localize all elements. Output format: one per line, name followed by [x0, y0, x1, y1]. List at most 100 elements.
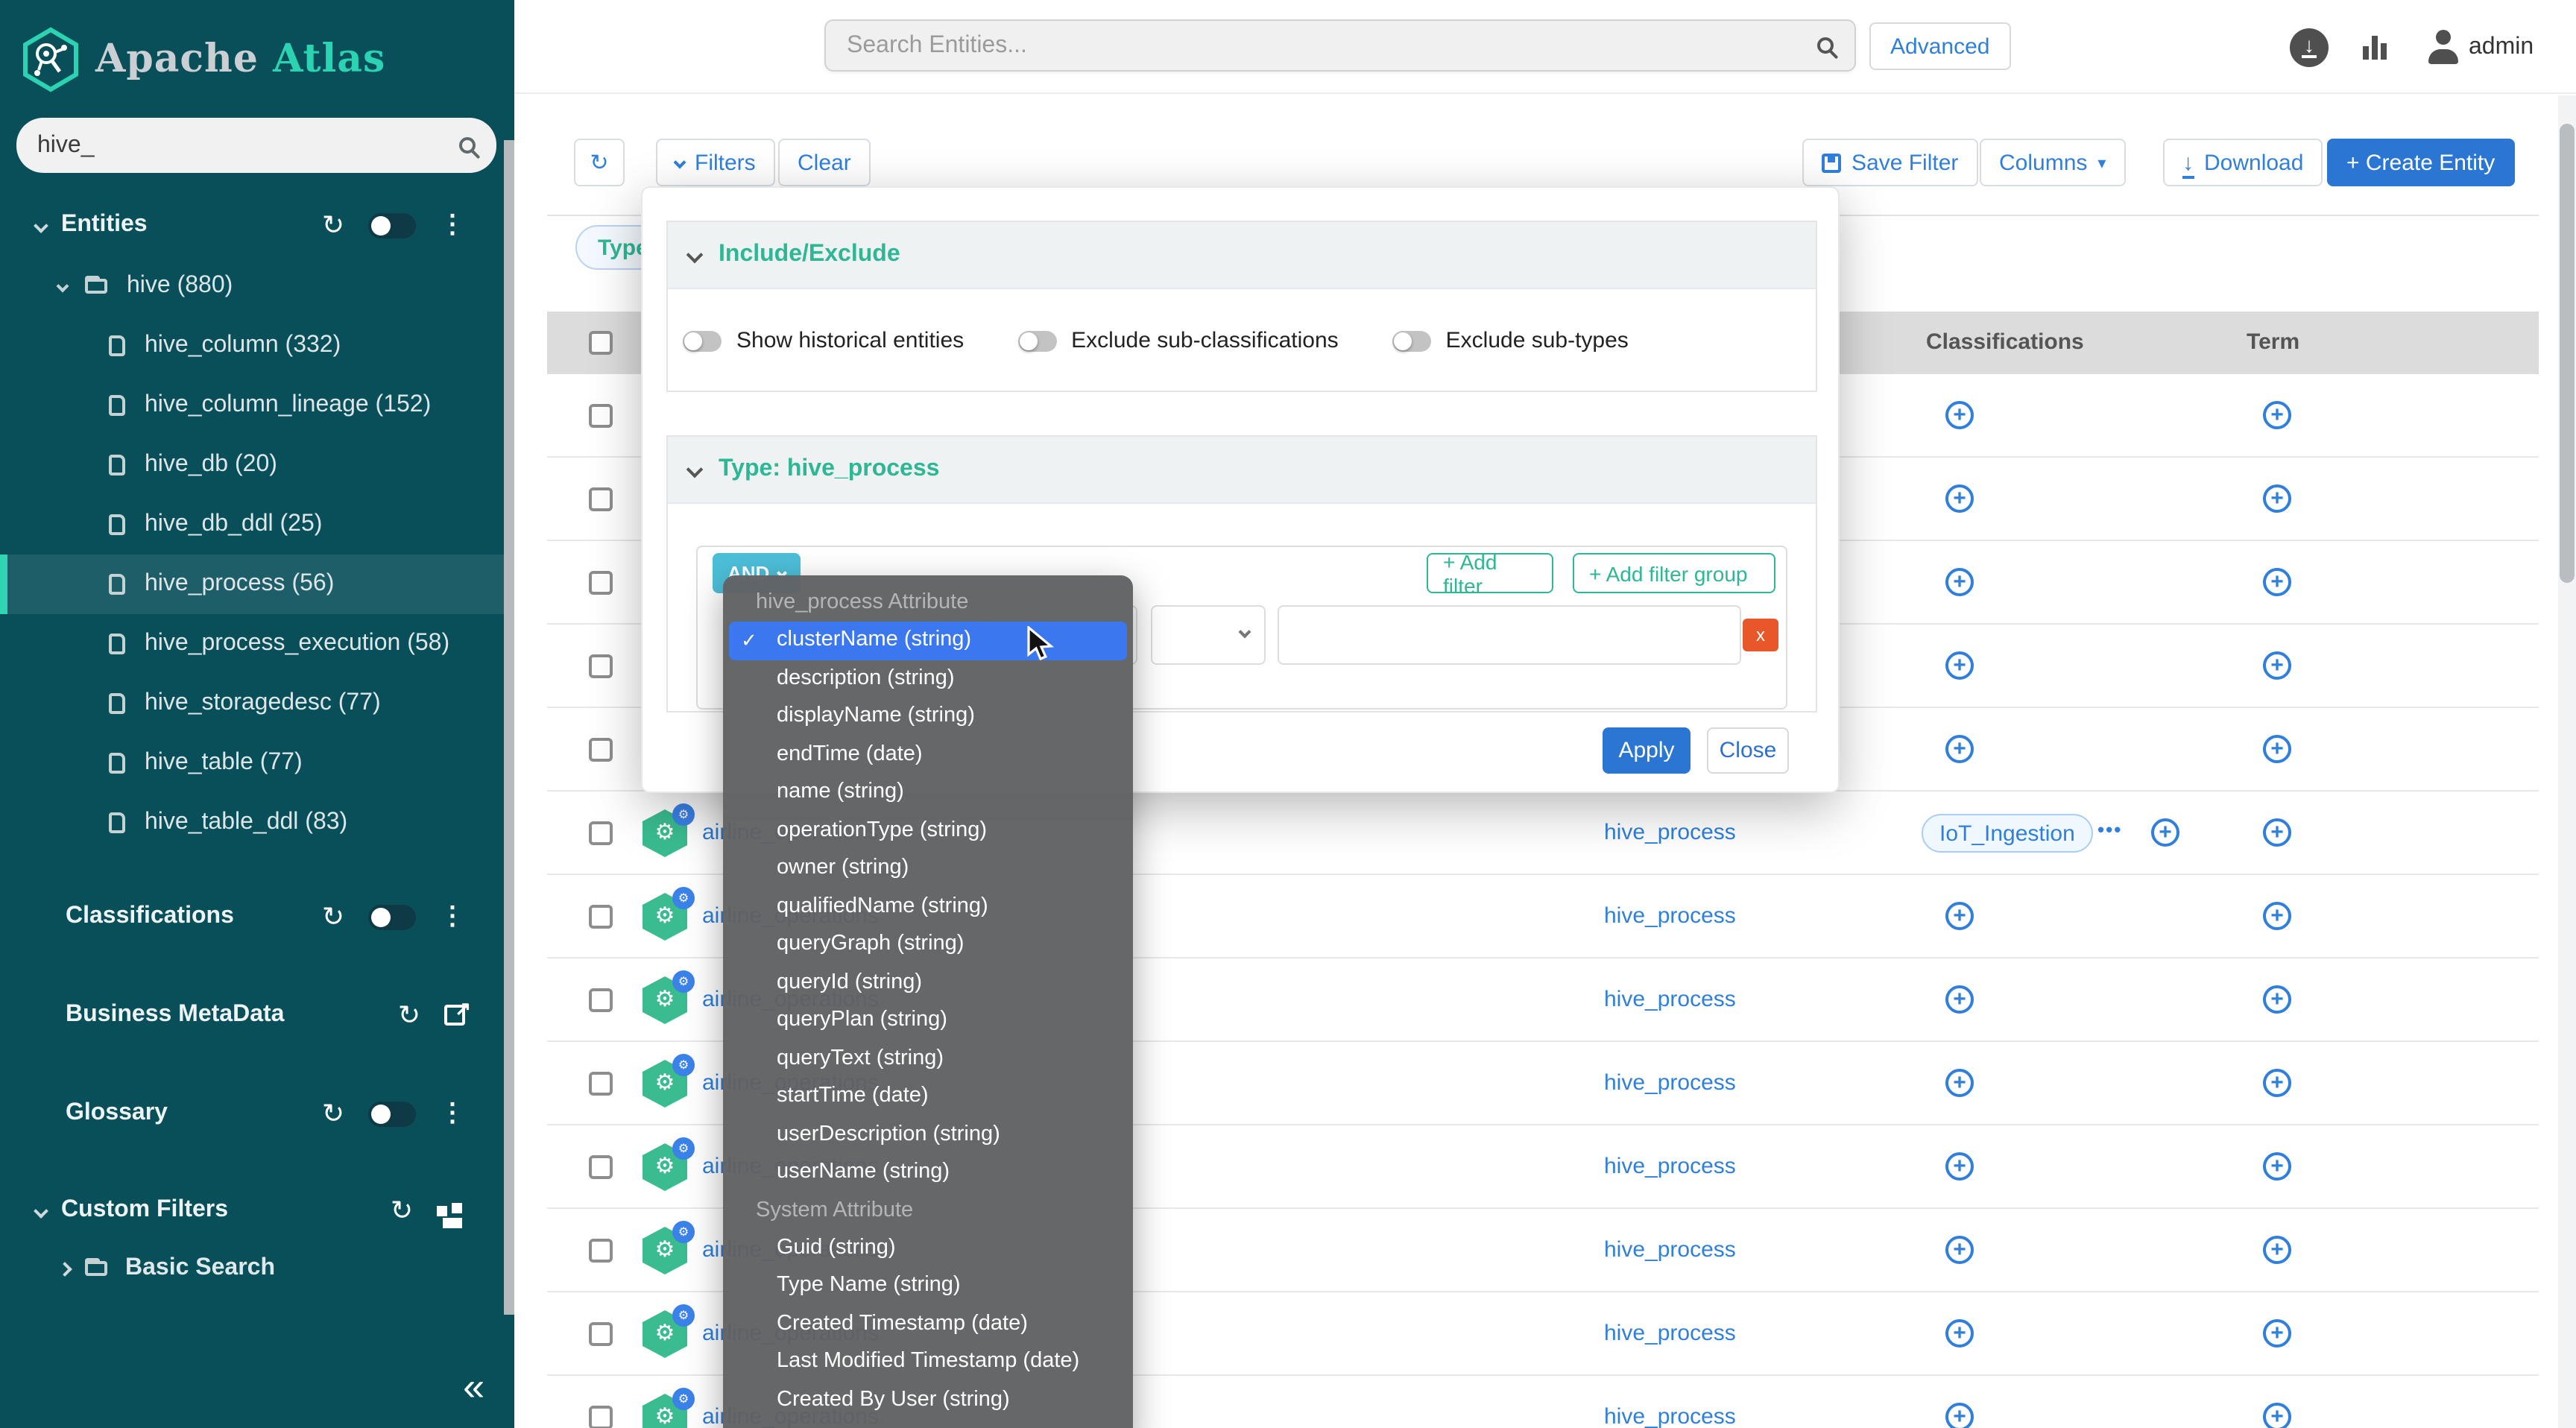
add-filter-group-button[interactable]: + Add filter group [1573, 553, 1775, 593]
basic-search-node[interactable]: Basic Search [0, 1246, 504, 1291]
column-header-term[interactable]: Term [2247, 329, 2299, 355]
show-historical-toggle[interactable] [683, 330, 722, 351]
dropdown-option[interactable]: queryPlan (string) [723, 1002, 1133, 1040]
add-filter-button[interactable]: + Add filter [1427, 553, 1553, 593]
row-checkbox[interactable] [589, 1239, 613, 1263]
app-logo[interactable]: Apache Atlas [21, 27, 385, 92]
column-header-classifications[interactable]: Classifications [1926, 329, 2084, 355]
add-classification-icon[interactable]: + [1945, 985, 1974, 1014]
dropdown-option[interactable]: userName (string) [723, 1154, 1133, 1192]
row-checkbox[interactable] [589, 487, 613, 511]
global-search[interactable] [824, 19, 1856, 72]
business-metadata-section-header[interactable]: Business MetaData ↻ [0, 993, 504, 1037]
add-classification-icon[interactable]: + [2151, 818, 2179, 847]
refresh-results-button[interactable]: ↻ [574, 139, 625, 186]
tree-node-hive_column[interactable]: hive_column (332) [0, 316, 504, 376]
glossary-section-header[interactable]: Glossary ↻ ⋮ [0, 1091, 504, 1136]
global-search-input[interactable] [847, 32, 1771, 59]
downloads-icon[interactable]: ↓ [2290, 28, 2329, 67]
tree-node-hive_process[interactable]: hive_process (56) [0, 555, 504, 614]
classifications-section-header[interactable]: Classifications ↻ ⋮ [0, 894, 504, 939]
dropdown-option[interactable]: displayName (string) [723, 698, 1133, 736]
add-term-icon[interactable]: + [2263, 568, 2291, 596]
entity-type-link[interactable]: hive_process [1604, 1237, 1736, 1263]
add-classification-icon[interactable]: + [1945, 401, 1974, 429]
dropdown-option[interactable]: userDescription (string) [723, 1116, 1133, 1154]
row-checkbox[interactable] [589, 1072, 613, 1096]
row-checkbox[interactable] [589, 1406, 613, 1428]
columns-button[interactable]: Columns ▾ [1980, 139, 2125, 186]
add-classification-icon[interactable]: + [1945, 1403, 1974, 1428]
kebab-menu-icon[interactable]: ⋮ [440, 902, 465, 932]
dropdown-option[interactable]: qualifiedName (string) [723, 888, 1133, 926]
add-term-icon[interactable]: + [2263, 985, 2291, 1014]
entity-type-link[interactable]: hive_process [1604, 903, 1736, 929]
custom-filters-section-header[interactable]: Custom Filters ↻ [0, 1188, 504, 1233]
refresh-icon[interactable]: ↻ [322, 1100, 344, 1127]
user-avatar-icon[interactable] [2427, 30, 2460, 64]
chevron-right-icon[interactable] [57, 1261, 72, 1276]
tree-node-hive_storagedesc[interactable]: hive_storagedesc (77) [0, 674, 504, 733]
advanced-search-button[interactable]: Advanced [1869, 22, 2010, 70]
add-classification-icon[interactable]: + [1945, 1152, 1974, 1181]
external-link-icon[interactable] [444, 1005, 465, 1026]
add-term-icon[interactable]: + [2263, 818, 2291, 847]
dropdown-option[interactable]: queryId (string) [723, 964, 1133, 1002]
select-all-checkbox[interactable] [589, 331, 613, 355]
add-classification-icon[interactable]: + [1945, 735, 1974, 763]
row-checkbox[interactable] [589, 571, 613, 595]
more-classifications-icon[interactable]: ••• [2097, 818, 2122, 841]
username-label[interactable]: admin [2469, 34, 2534, 61]
add-term-icon[interactable]: + [2263, 1069, 2291, 1097]
add-term-icon[interactable]: + [2263, 401, 2291, 429]
glossary-toggle[interactable] [368, 1101, 416, 1126]
refresh-icon[interactable]: ↻ [398, 1002, 420, 1029]
row-checkbox[interactable] [589, 988, 613, 1012]
add-term-icon[interactable]: + [2263, 1152, 2291, 1181]
row-checkbox[interactable] [589, 1155, 613, 1179]
entities-section-header[interactable]: Entities ↻ ⋮ [0, 203, 504, 247]
entity-type-link[interactable]: hive_process [1604, 1154, 1736, 1179]
tree-node-hive_table_ddl[interactable]: hive_table_ddl (83) [0, 793, 504, 853]
search-icon[interactable] [1817, 37, 1834, 54]
sidebar-search-input[interactable] [37, 132, 440, 159]
remove-filter-button[interactable]: x [1743, 619, 1778, 651]
tree-node-hive[interactable]: hive (880) [0, 256, 504, 316]
entity-type-link[interactable]: hive_process [1604, 820, 1736, 845]
dropdown-option[interactable]: startTime (date) [723, 1078, 1133, 1116]
save-filter-button[interactable]: Save Filter [1802, 139, 1977, 186]
close-button[interactable]: Close [1707, 727, 1789, 774]
add-classification-icon[interactable]: + [1945, 568, 1974, 596]
tree-node-hive_column_lineage[interactable]: hive_column_lineage (152) [0, 376, 504, 435]
dropdown-option[interactable]: Type Name (string) [723, 1267, 1133, 1305]
create-entity-button[interactable]: + Create Entity [2327, 139, 2514, 186]
download-button[interactable]: ↓ Download [2163, 139, 2323, 186]
row-checkbox[interactable] [589, 821, 613, 845]
add-term-icon[interactable]: + [2263, 484, 2291, 513]
row-checkbox[interactable] [589, 738, 613, 762]
add-classification-icon[interactable]: + [1945, 651, 1974, 680]
add-classification-icon[interactable]: + [1945, 1319, 1974, 1348]
row-checkbox[interactable] [589, 905, 613, 929]
entity-type-link[interactable]: hive_process [1604, 987, 1736, 1012]
statistics-icon[interactable] [2363, 36, 2387, 60]
entities-toggle[interactable] [368, 212, 416, 238]
tree-node-hive_db[interactable]: hive_db (20) [0, 435, 504, 495]
filter-value-input[interactable] [1278, 605, 1741, 665]
dropdown-option[interactable]: endTime (date) [723, 736, 1133, 774]
add-term-icon[interactable]: + [2263, 1319, 2291, 1348]
dropdown-option[interactable]: name (string) [723, 774, 1133, 812]
include-exclude-header[interactable]: Include/Exclude [668, 222, 1816, 289]
chevron-down-icon[interactable] [57, 280, 69, 293]
refresh-icon[interactable]: ↻ [322, 903, 344, 930]
chevron-down-icon[interactable] [34, 1203, 48, 1218]
add-classification-icon[interactable]: + [1945, 902, 1974, 930]
exclude-subclassifications-toggle[interactable] [1017, 330, 1056, 351]
dropdown-option[interactable]: Created By User (string) [723, 1381, 1133, 1419]
dropdown-option[interactable]: owner (string) [723, 850, 1133, 888]
filters-button[interactable]: Filters [656, 139, 775, 186]
dropdown-option[interactable]: operationType (string) [723, 812, 1133, 850]
classification-chip[interactable]: IoT_Ingestion [1922, 814, 2093, 853]
sidebar-scrollbar[interactable] [504, 140, 514, 1315]
dropdown-option[interactable]: Created Timestamp (date) [723, 1305, 1133, 1343]
